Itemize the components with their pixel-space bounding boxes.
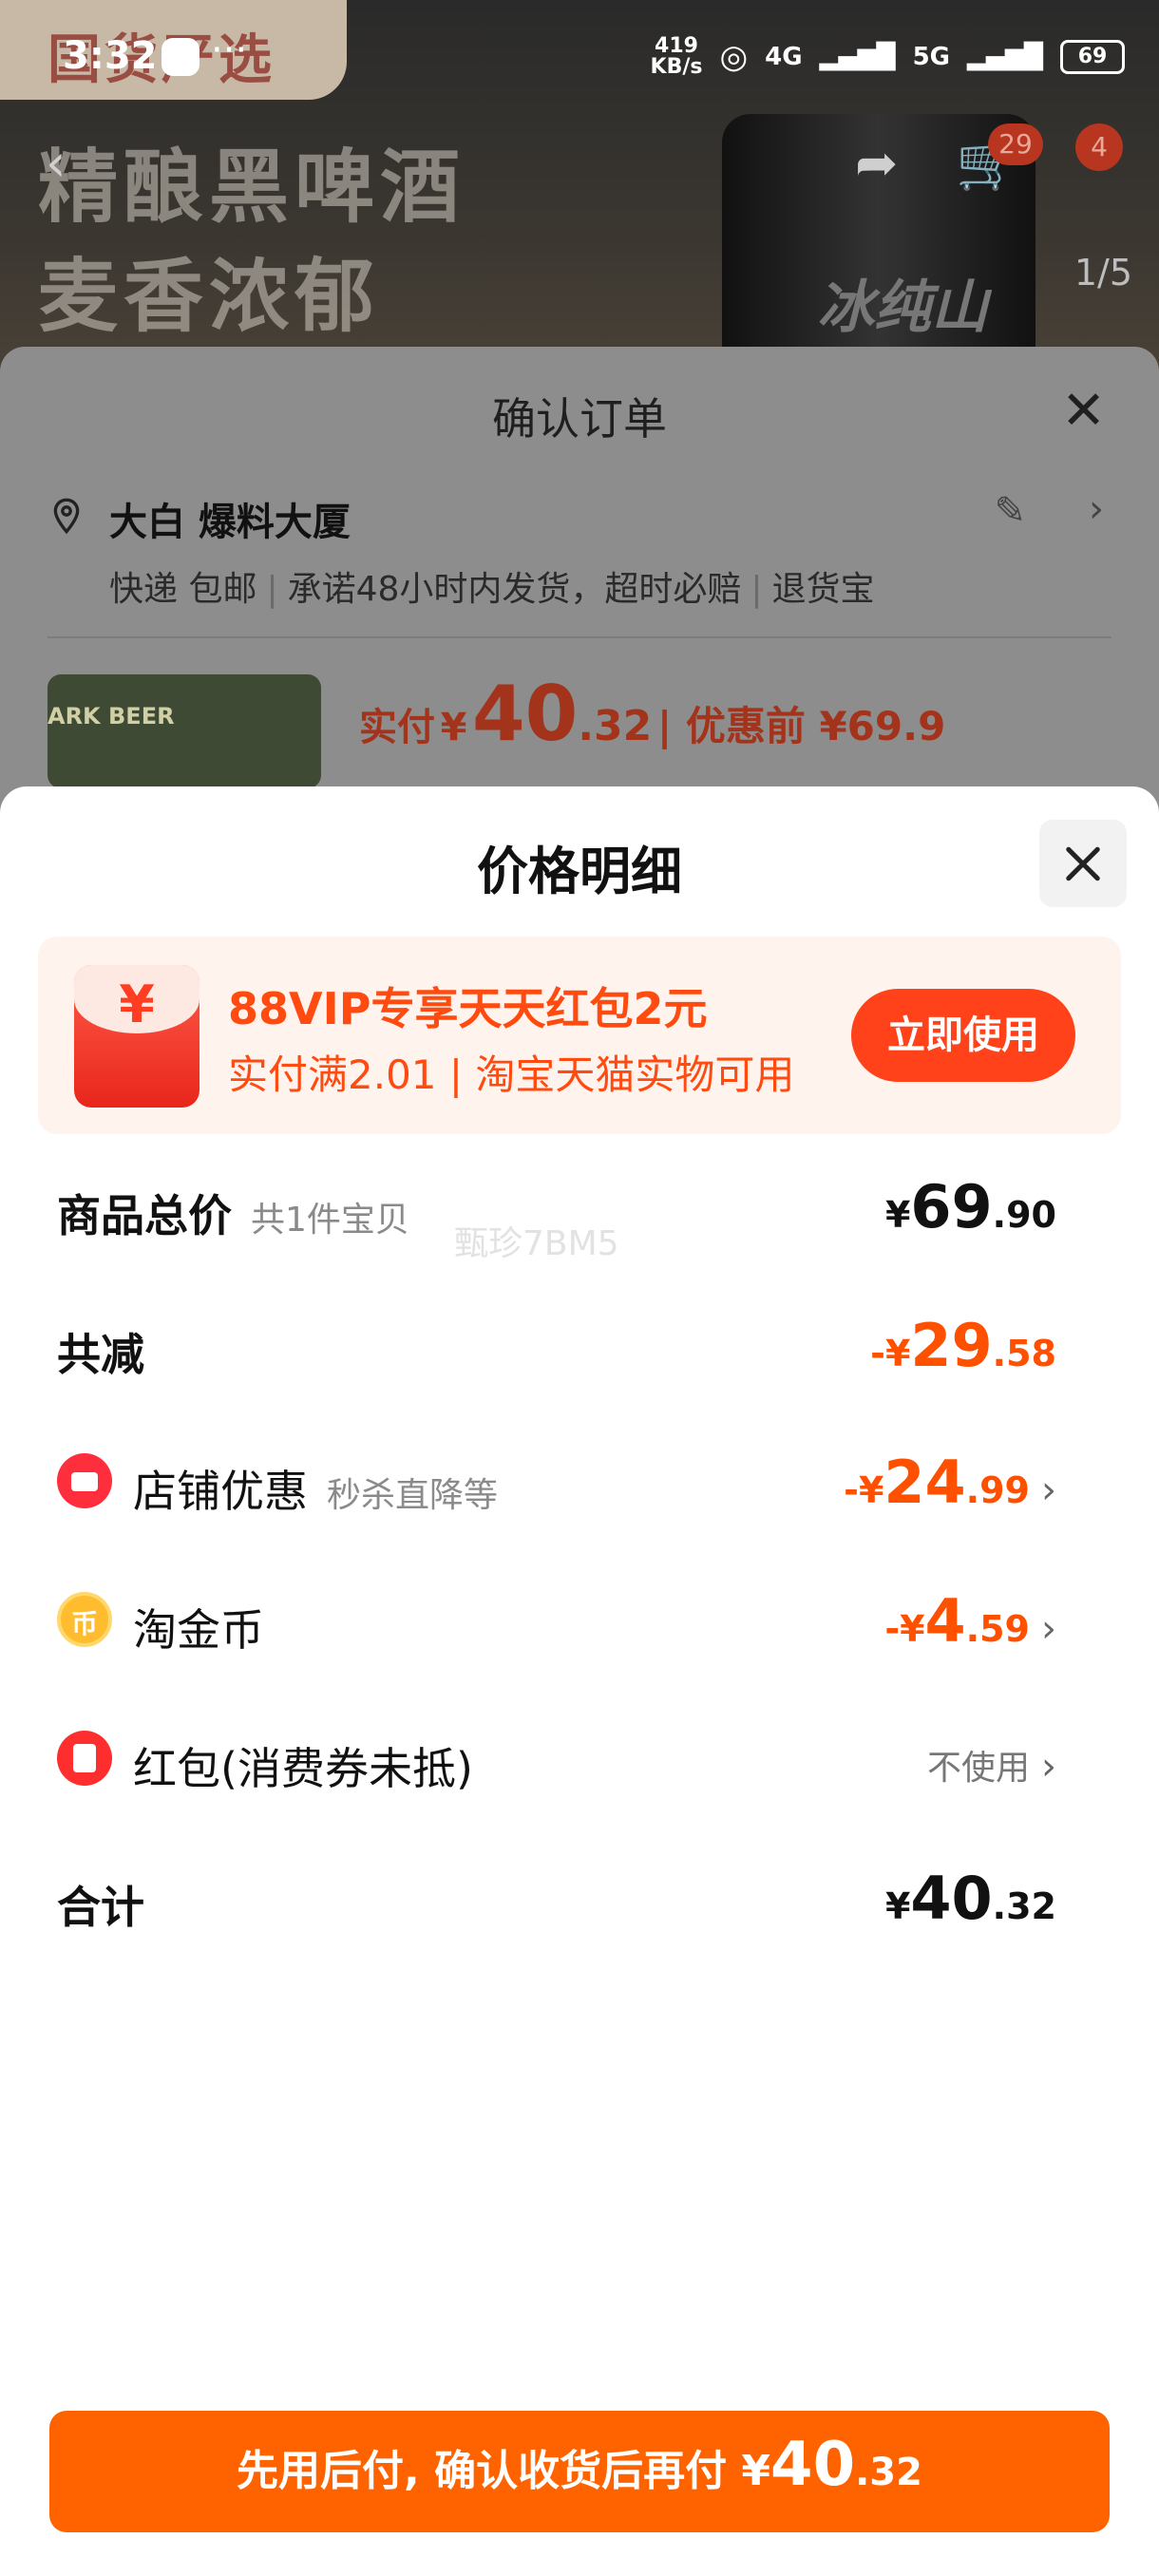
redpacket-value: 不使用 › (926, 1745, 1056, 1789)
net-speed-unit: KB/s (650, 55, 703, 79)
shop-discount-row[interactable]: 店铺优惠 秒杀直降等 -¥24.99 › (57, 1448, 1056, 1524)
red-packet-small-icon (57, 1731, 112, 1786)
chevron-right-icon: › (1041, 1468, 1056, 1512)
pay-later-text: 先用后付, 确认收货后再付 (237, 2447, 742, 2495)
price-detail-sheet: 价格明细 ¥ 88VIP专享天天红包2元 实付满2.01 | 淘宝天猫实物可用 … (0, 786, 1159, 2576)
divider (48, 636, 1112, 638)
shop-discount-note: 秒杀直降等 (327, 1476, 499, 1515)
use-now-button[interactable]: 立即使用 (851, 989, 1075, 1082)
net-speed-value: 419 (655, 34, 698, 58)
shop-discount-label: 店铺优惠 秒杀直降等 (133, 1466, 499, 1517)
paid-dec: .32 (578, 702, 653, 750)
sum-label: 合计 (57, 1882, 144, 1933)
shipping-method: 快递 包邮 (109, 570, 257, 609)
sheet-title: 价格明细 (477, 842, 682, 901)
signal-bars-icon: ▂▄▆█ (819, 43, 896, 71)
return-insurance: 退货宝 (771, 570, 875, 609)
shipping-promise: 承诺48小时内发货，超时必赔 (287, 570, 742, 609)
cart-badge: 29 (988, 123, 1043, 165)
back-icon[interactable]: ‹ (46, 133, 66, 193)
watermark: 甄珍7BM5 (454, 1224, 619, 1263)
sum-amount: ¥40.32 (884, 1864, 1056, 1933)
status-indicators: 419 KB/s ◎ 4G ▂▄▆█ 5G ▂▄▆█ 69 (651, 36, 1125, 78)
signal-bars-icon-2: ▂▄▆█ (967, 43, 1043, 71)
item-count: 共1件宝贝 (251, 1201, 409, 1240)
chevron-right-icon: › (1041, 1607, 1056, 1651)
close-button[interactable] (1039, 820, 1127, 907)
taojinbi-amount: -¥4.59 › (884, 1586, 1056, 1656)
redpacket-label: 红包(消费券未抵) (133, 1743, 473, 1794)
paid-label: 实付 (359, 706, 435, 749)
edit-address-icon[interactable]: ✎ (994, 489, 1026, 533)
sum-row: 合计 ¥40.32 (57, 1864, 1056, 1940)
shop-icon (57, 1453, 112, 1508)
location-pin-icon (53, 498, 80, 535)
more-notifications-icon: ··· (211, 28, 248, 72)
order-paid-price: 实付 ¥ 40.32 | 优惠前 ¥69.9 (359, 670, 945, 758)
delivery-address[interactable]: 大白 爆料大厦 (109, 491, 351, 546)
redpacket-row[interactable]: 红包(消费券未抵) 不使用 › (57, 1725, 1056, 1801)
paid-currency: ¥ (440, 706, 467, 749)
order-title: 确认订单 (492, 393, 667, 445)
share-icon[interactable]: ➦ (855, 133, 898, 193)
promo-subtitle: 实付满2.01 | 淘宝天猫实物可用 (228, 1051, 795, 1098)
taojinbi-row[interactable]: 币 淘金币 -¥4.59 › (57, 1586, 1056, 1662)
status-time: 3:32 (63, 34, 158, 78)
promo-title: 88VIP专享天天红包2元 (228, 983, 708, 1034)
total-price-amount: ¥69.90 (884, 1172, 1056, 1241)
red-packet-icon: ¥ (74, 965, 200, 1108)
total-price-label: 商品总价 共1件宝贝 (57, 1190, 409, 1241)
product-thumbnail[interactable]: ARK BEER (48, 674, 321, 788)
total-reduction-row: 共减 -¥29.58 (57, 1311, 1056, 1387)
coin-icon: 币 (57, 1592, 112, 1647)
slogan-line-1: 精酿黑啤酒 (38, 141, 466, 234)
signal-4g: 4G (765, 43, 803, 71)
pay-later-dec: .32 (855, 2451, 922, 2494)
pay-later-button[interactable]: 先用后付, 确认收货后再付 ¥40.32 (49, 2411, 1110, 2532)
paid-int: 40 (472, 670, 579, 758)
slogan-line-2: 麦香浓郁 (38, 250, 381, 343)
shipping-info: 快递 包邮 | 承诺48小时内发货，超时必赔 | 退货宝 (109, 570, 875, 609)
qq-notification-icon (162, 38, 200, 76)
order-close-icon[interactable]: ✕ (1061, 380, 1106, 442)
red-packet-yen: ¥ (119, 975, 155, 1034)
battery-indicator: 69 (1060, 40, 1125, 74)
thumbnail-text: ARK BEER (48, 703, 175, 729)
pay-later-int: 40 (770, 2430, 856, 2500)
net-speed: 419 KB/s (651, 36, 703, 78)
total-reduction-label: 共减 (57, 1329, 144, 1380)
image-pager: 1/5 (1074, 252, 1132, 294)
pre-discount-price: | 优惠前 ¥69.9 (656, 703, 946, 749)
hd-call-icon: ◎ (719, 38, 749, 76)
can-brand-text: 冰纯山 (817, 275, 988, 341)
status-bar: 3:32 ··· 419 KB/s ◎ 4G ▂▄▆█ 5G ▂▄▆█ 69 (0, 0, 1159, 104)
signal-5g: 5G (912, 43, 951, 71)
taojinbi-label: 淘金币 (133, 1604, 264, 1656)
shop-discount-amount: -¥24.99 › (844, 1448, 1056, 1517)
vip-redpacket-banner[interactable]: ¥ 88VIP专享天天红包2元 实付满2.01 | 淘宝天猫实物可用 立即使用 (38, 937, 1121, 1134)
message-badge: 4 (1075, 123, 1123, 171)
total-reduction-amount: -¥29.58 (870, 1311, 1056, 1380)
address-arrow-icon[interactable]: › (1089, 487, 1104, 531)
chevron-right-icon: › (1041, 1745, 1056, 1789)
pay-later-currency: ¥ (741, 2447, 771, 2495)
